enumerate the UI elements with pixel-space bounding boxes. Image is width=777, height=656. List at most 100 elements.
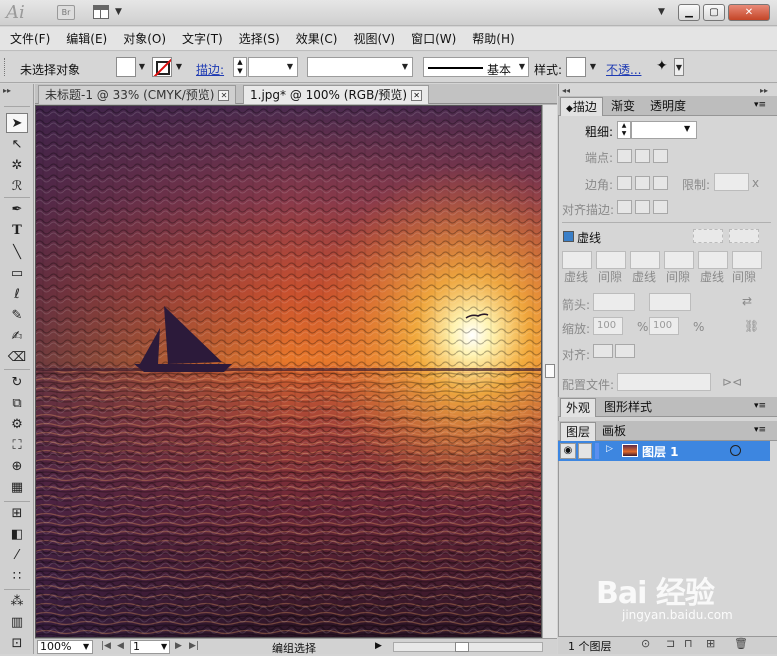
menu-file[interactable]: 文件(F) (10, 30, 50, 47)
arrow-tip-extend-button[interactable] (593, 344, 613, 358)
end-arrowhead-select[interactable] (649, 293, 691, 311)
panel-menu-icon[interactable]: ▾≡ (754, 401, 766, 411)
scale-tool-icon[interactable]: ⧉ (6, 394, 28, 414)
align-outside-button[interactable] (653, 200, 668, 214)
mesh-tool-icon[interactable]: ⊞ (6, 504, 28, 524)
dash-2-field[interactable] (630, 251, 660, 269)
horizontal-scroll-thumb[interactable] (455, 642, 469, 652)
workspace-dropdown-arrow[interactable]: ▼ (658, 7, 665, 17)
opacity-link[interactable]: 不透... (606, 61, 641, 78)
perspective-grid-tool-icon[interactable]: ▦ (6, 478, 28, 498)
menu-view[interactable]: 视图(V) (353, 30, 395, 47)
direct-selection-tool-icon[interactable]: ↖ (6, 135, 28, 155)
dashed-line-checkbox[interactable] (563, 231, 574, 242)
gap-1-field[interactable] (596, 251, 626, 269)
close-tab-icon[interactable]: ✕ (218, 90, 230, 101)
stroke-weight-dropdown[interactable]: ▼ (285, 58, 295, 76)
menu-window[interactable]: 窗口(W) (411, 30, 456, 47)
panel-menu-icon[interactable]: ▾≡ (754, 100, 766, 110)
tab-untitled-1[interactable]: 未标题-1 @ 33% (CMYK/预览) ✕ (38, 85, 237, 104)
menu-effect[interactable]: 效果(C) (296, 30, 338, 47)
gradient-tool-icon[interactable]: ◧ (6, 525, 28, 545)
tab-artboards[interactable]: 画板 (597, 422, 631, 441)
gap-2-field[interactable] (664, 251, 694, 269)
stroke-panel-link[interactable]: 描边: (196, 61, 224, 78)
recolor-wand-icon[interactable]: ✦ (656, 58, 668, 74)
collapse-tools-icon[interactable]: ▸▸ (3, 86, 11, 95)
dash-3-field[interactable] (698, 251, 728, 269)
graphic-style-swatch[interactable] (566, 57, 586, 77)
align-center-button[interactable] (617, 200, 632, 214)
align-inside-button[interactable] (635, 200, 650, 214)
dash-1-field[interactable] (562, 251, 592, 269)
tab-1-jpg[interactable]: 1.jpg* @ 100% (RGB/预览) ✕ (243, 85, 430, 104)
bridge-button[interactable]: Br (57, 5, 75, 20)
brush-dropdown[interactable]: ▼ (517, 58, 527, 76)
stroke-swatch[interactable] (152, 57, 172, 77)
close-button[interactable]: ✕ (728, 4, 770, 21)
locate-object-icon[interactable]: ⊙ (641, 637, 650, 650)
align-dash-corners-button[interactable] (729, 229, 759, 243)
start-arrowhead-select[interactable] (593, 293, 635, 311)
target-circle-icon[interactable] (730, 445, 741, 456)
weight-dropdown-arrow[interactable]: ▼ (684, 124, 690, 133)
arrange-dropdown-arrow[interactable]: ▼ (115, 7, 122, 17)
pencil-tool-icon[interactable]: ✎ (6, 306, 28, 326)
free-transform-tool-icon[interactable]: ⛶ (6, 436, 28, 456)
fill-swatch[interactable] (116, 57, 136, 77)
line-segment-tool-icon[interactable]: ╲ (6, 243, 28, 263)
previous-artboard-icon[interactable]: ◀ (117, 641, 124, 651)
eraser-tool-icon[interactable]: ⌫ (6, 348, 28, 368)
blob-brush-tool-icon[interactable]: ✍ (6, 327, 28, 347)
end-scale-field[interactable]: 100 (649, 317, 679, 335)
lasso-tool-icon[interactable]: ℛ (6, 177, 28, 197)
delete-layer-icon[interactable]: 🗑 (734, 637, 748, 650)
stroke-dropdown-arrow[interactable]: ▼ (174, 58, 184, 76)
paintbrush-tool-icon[interactable]: ℓ (6, 285, 28, 305)
menu-select[interactable]: 选择(S) (239, 30, 280, 47)
style-dropdown[interactable]: ▼ (588, 58, 598, 76)
tab-appearance[interactable]: 外观 (560, 398, 597, 417)
fill-dropdown-arrow[interactable]: ▼ (137, 58, 147, 76)
tab-layers[interactable]: 图层 (560, 422, 597, 441)
magic-wand-tool-icon[interactable]: ✲ (6, 156, 28, 176)
tab-graphic-styles[interactable]: 图形样式 (599, 398, 657, 417)
selection-tool-icon[interactable]: ➤ (6, 113, 28, 133)
next-artboard-icon[interactable]: ▶ (175, 641, 182, 651)
projecting-cap-button[interactable] (653, 149, 668, 163)
menu-edit[interactable]: 编辑(E) (66, 30, 107, 47)
arrow-tip-at-end-button[interactable] (615, 344, 635, 358)
lock-toggle[interactable] (578, 443, 592, 459)
control-panel-menu[interactable]: ▼ (674, 58, 684, 76)
round-join-button[interactable] (635, 176, 650, 190)
blend-tool-icon[interactable]: ∷ (6, 567, 28, 587)
zoom-dropdown-arrow[interactable]: ▼ (83, 642, 89, 651)
warp-tool-icon[interactable]: ⚙ (6, 415, 28, 435)
vertical-scrollbar[interactable] (542, 105, 557, 638)
shape-builder-tool-icon[interactable]: ⊕ (6, 457, 28, 477)
width-profile-dropdown[interactable]: ▼ (400, 58, 410, 76)
expand-layer-icon[interactable]: ▷ (606, 444, 613, 454)
dock-menu-icon[interactable]: ▸▸ (760, 86, 768, 95)
menu-type[interactable]: 文字(T) (182, 30, 223, 47)
start-scale-field[interactable]: 100 (593, 317, 623, 335)
layer-name[interactable]: 图层 1 (642, 443, 679, 460)
rectangle-tool-icon[interactable]: ▭ (6, 264, 28, 284)
link-scale-icon[interactable]: ⛓ (744, 319, 759, 333)
tab-stroke[interactable]: ◆描边 (560, 97, 603, 116)
arrange-documents-icon[interactable] (93, 5, 109, 19)
menu-object[interactable]: 对象(O) (123, 30, 166, 47)
eyedropper-tool-icon[interactable]: ⁄ (6, 546, 28, 566)
make-clipping-mask-icon[interactable]: ⊐ (666, 637, 675, 650)
weight-stepper[interactable]: ▲ ▼ (617, 121, 631, 139)
last-artboard-icon[interactable]: ▶| (189, 641, 199, 651)
first-artboard-icon[interactable]: |◀ (101, 641, 111, 651)
bevel-join-button[interactable] (653, 176, 668, 190)
stroke-weight-stepper[interactable]: ▲ ▼ (233, 57, 247, 77)
preserve-dash-button[interactable] (693, 229, 723, 243)
butt-cap-button[interactable] (617, 149, 632, 163)
tab-transparency[interactable]: 透明度 (645, 97, 691, 116)
type-tool-icon[interactable]: T (6, 221, 28, 241)
limit-field[interactable] (714, 173, 749, 191)
close-tab-icon[interactable]: ✕ (411, 90, 423, 101)
